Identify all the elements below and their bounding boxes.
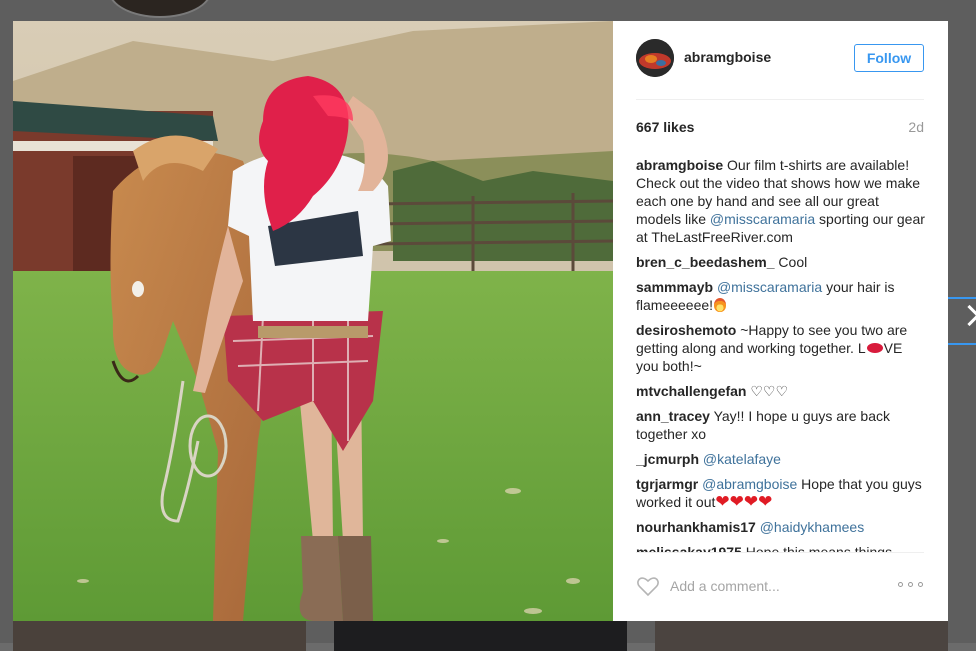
comment-author[interactable]: mtvchallengefan <box>636 383 746 399</box>
comment-author[interactable]: ann_tracey <box>636 408 710 424</box>
comment-author[interactable]: nourhankhamis17 <box>636 519 756 535</box>
comment-author[interactable]: sammmayb <box>636 279 713 295</box>
likes-row: 667 likes 2d <box>636 119 924 137</box>
comment-item: bren_c_beedashem_ Cool <box>636 253 926 271</box>
comment-item: tgrjarmgr @abramgboise Hope that you guy… <box>636 475 926 511</box>
comment-text: Hope this means things <box>745 544 893 552</box>
grid-thumbnail[interactable] <box>655 621 948 651</box>
comment-author[interactable]: bren_c_beedashem_ <box>636 254 775 270</box>
caption: abramgboise Our film t-shirts are availa… <box>636 156 926 246</box>
likes-count[interactable]: 667 likes <box>636 119 694 135</box>
grid-thumbnail[interactable] <box>334 621 627 651</box>
comment-item: sammmayb @misscaramaria your hair is fla… <box>636 278 926 314</box>
next-post-button[interactable] <box>948 297 976 345</box>
comment-author[interactable]: tgrjarmgr <box>636 476 698 492</box>
post-modal: abramgboise Follow 667 likes 2d abramgbo… <box>13 21 948 621</box>
photo-illustration <box>13 21 613 621</box>
chevron-right-icon <box>958 304 976 327</box>
add-comment-input[interactable] <box>670 576 880 596</box>
heart-outline-icon[interactable] <box>636 574 660 598</box>
hearts-emoji-icon: ❤❤❤❤ <box>715 492 773 511</box>
more-options-icon[interactable] <box>898 581 924 589</box>
add-comment-bar <box>636 573 924 601</box>
caption-author[interactable]: abramgboise <box>636 157 723 173</box>
comment-author[interactable]: _jcmurph <box>636 451 699 467</box>
post-timestamp[interactable]: 2d <box>908 119 924 135</box>
post-side-panel: abramgboise Follow 667 likes 2d abramgbo… <box>613 21 948 621</box>
username-link[interactable]: abramgboise <box>684 49 771 65</box>
comment-mention[interactable]: @haidykhamees <box>760 519 865 535</box>
comments-list[interactable]: abramgboise Our film t-shirts are availa… <box>636 156 926 552</box>
comment-text: Cool <box>778 254 808 270</box>
comment-item: melissakay1975 Hope this means things <box>636 543 926 552</box>
comment-mention[interactable]: @katelafaye <box>703 451 781 467</box>
comment-item: nourhankhamis17 @haidykhamees <box>636 518 926 536</box>
comment-item: mtvchallengefan ♡♡♡ <box>636 382 926 400</box>
comment-item: desiroshemoto ~Happy to see you two are … <box>636 321 926 375</box>
comment-item: ann_tracey Yay!! I hope u guys are back … <box>636 407 926 443</box>
fire-emoji-icon <box>714 298 727 312</box>
post-photo[interactable] <box>13 21 613 621</box>
comment-text: ♡♡♡ <box>750 383 789 399</box>
comment-author[interactable]: desiroshemoto <box>636 322 736 338</box>
kiss-emoji-icon <box>866 343 883 353</box>
post-header: abramgboise Follow <box>636 39 924 100</box>
user-avatar[interactable] <box>636 39 674 77</box>
divider <box>636 552 924 553</box>
follow-button[interactable]: Follow <box>854 44 924 72</box>
comment-author[interactable]: melissakay1975 <box>636 544 742 552</box>
comment-item: _jcmurph @katelafaye <box>636 450 926 468</box>
comment-mention[interactable]: @misscaramaria <box>717 279 822 295</box>
grid-thumbnail[interactable] <box>13 621 306 651</box>
comment-mention[interactable]: @abramgboise <box>702 476 797 492</box>
caption-mention[interactable]: @misscaramaria <box>710 211 815 227</box>
avatar-image <box>636 39 674 77</box>
